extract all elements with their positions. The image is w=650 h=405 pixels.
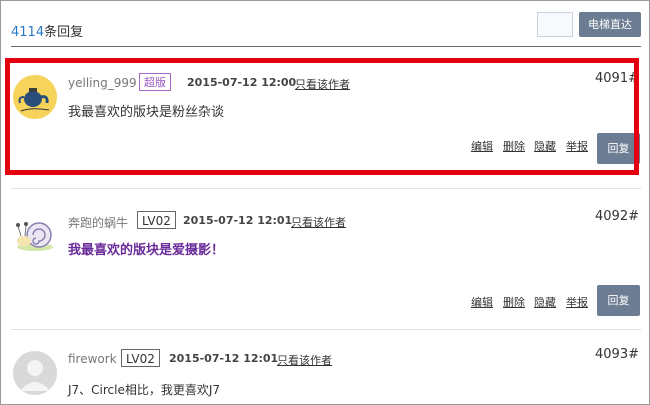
view-author-only-link[interactable]: 只看该作者 <box>291 214 346 230</box>
level-badge: LV02 <box>137 211 176 229</box>
edit-link[interactable]: 编辑 <box>471 294 493 310</box>
username[interactable]: yelling_999 <box>68 76 137 90</box>
header-divider <box>11 46 641 47</box>
post-item: 奔跑的蜗牛 LV02 2015-07-12 12:01 只看该作者 4092# … <box>1 201 649 326</box>
reply-count-number: 4114 <box>11 25 45 40</box>
floor-number: 4093# <box>595 347 639 362</box>
avatar[interactable] <box>13 75 57 119</box>
delete-link[interactable]: 删除 <box>503 294 525 310</box>
reply-list-panel: 4114条回复 电梯直达 yelling_999 超版 2015-07-12 1… <box>0 0 650 405</box>
edit-link[interactable]: 编辑 <box>471 138 493 154</box>
post-content: 我最喜欢的版块是爱摄影！ <box>68 243 225 258</box>
view-author-only-link[interactable]: 只看该作者 <box>277 352 332 368</box>
floor-number: 4091# <box>595 71 639 86</box>
post-item: firework LV02 2015-07-12 12:01 只看该作者 409… <box>1 339 649 404</box>
post-divider <box>11 329 641 330</box>
view-author-only-link[interactable]: 只看该作者 <box>295 76 350 92</box>
post-content: 我最喜欢的版块是粉丝杂谈 <box>68 105 225 120</box>
default-user-icon <box>13 351 57 395</box>
hide-link[interactable]: 隐藏 <box>534 138 556 154</box>
level-badge: LV02 <box>121 349 160 367</box>
teapot-avatar-icon <box>13 75 57 119</box>
reply-count: 4114条回复 <box>11 21 83 40</box>
post-item: yelling_999 超版 2015-07-12 12:00 只看该作者 40… <box>1 63 649 181</box>
report-link[interactable]: 举报 <box>566 138 588 154</box>
post-time: 2015-07-12 12:01 <box>169 352 279 365</box>
avatar[interactable] <box>13 351 57 395</box>
hide-link[interactable]: 隐藏 <box>534 294 556 310</box>
floor-number: 4092# <box>595 209 639 224</box>
reply-header: 4114条回复 电梯直达 <box>1 1 649 47</box>
username[interactable]: 奔跑的蜗牛 <box>68 214 128 231</box>
reply-button[interactable]: 回复 <box>597 133 640 164</box>
role-badge: 超版 <box>139 73 171 91</box>
post-divider <box>11 188 641 189</box>
delete-link[interactable]: 删除 <box>503 138 525 154</box>
avatar[interactable] <box>13 213 57 257</box>
username[interactable]: firework <box>68 352 117 366</box>
post-content: J7、Circle相比，我更喜欢J7 <box>68 383 221 397</box>
floor-jump-button[interactable]: 电梯直达 <box>579 12 641 37</box>
reply-button[interactable]: 回复 <box>597 285 640 316</box>
post-time: 2015-07-12 12:01 <box>183 214 293 227</box>
post-time: 2015-07-12 12:00 <box>187 76 297 89</box>
snail-avatar-icon <box>16 222 53 251</box>
reply-count-label: 条回复 <box>44 25 84 40</box>
report-link[interactable]: 举报 <box>566 294 588 310</box>
floor-jump-input[interactable] <box>537 12 573 37</box>
